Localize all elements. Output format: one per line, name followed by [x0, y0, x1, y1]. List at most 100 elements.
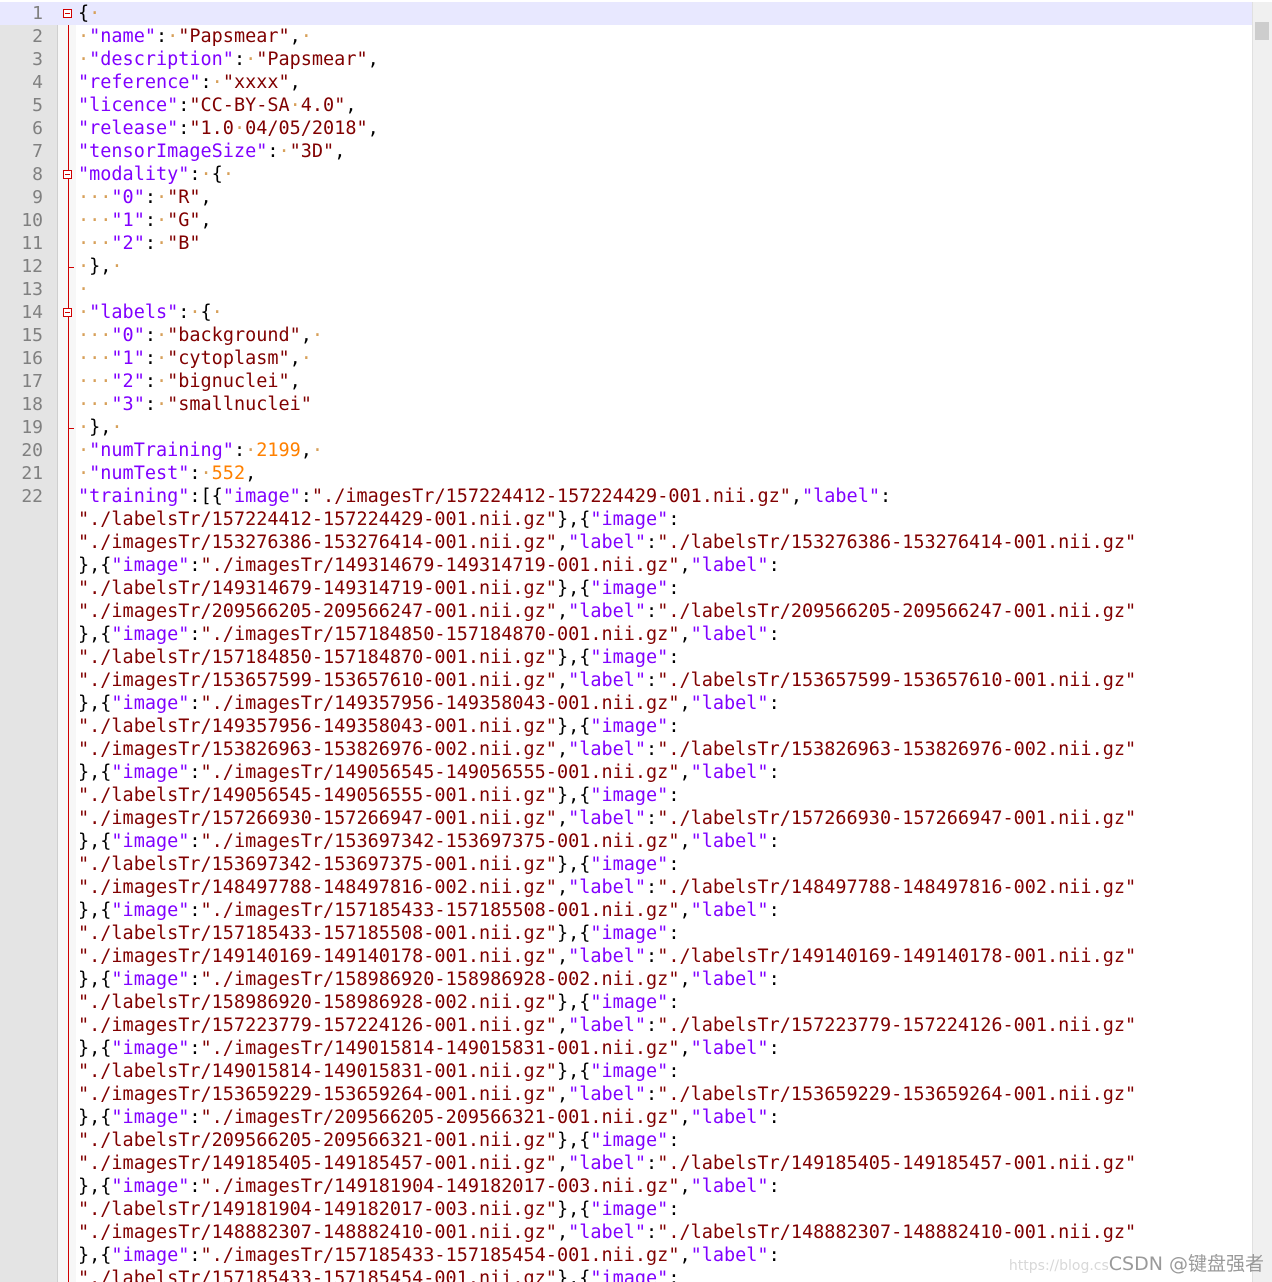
code-line[interactable]: "./imagesTr/148882307-148882410-001.nii.… — [0, 1221, 1252, 1244]
code-area[interactable]: 1 {· 2 ·"name":·"Papsmear",· 3 ·"description"… — [0, 2, 1252, 1282]
code-line[interactable]: 16 ···"1":·"cytoplasm",· — [0, 347, 1252, 370]
code-line[interactable]: "./labelsTr/149015814-149015831-001.nii.… — [0, 1060, 1252, 1083]
code-line[interactable]: "./imagesTr/149185405-149185457-001.nii.… — [0, 1152, 1252, 1175]
code-line[interactable]: "./imagesTr/148497788-148497816-002.nii.… — [0, 876, 1252, 899]
code-line[interactable]: 5 "licence":"CC-BY-SA·4.0", — [0, 94, 1252, 117]
code-line[interactable]: "./labelsTr/209566205-209566321-001.nii.… — [0, 1129, 1252, 1152]
code-line[interactable]: 19 ·},· — [0, 416, 1252, 439]
code-line[interactable]: 13 · — [0, 278, 1252, 301]
code-token: "./labelsTr/157224412-157224429-001.nii.… — [78, 509, 557, 530]
code-token: "image" — [590, 647, 669, 668]
code-line[interactable]: },{"image":"./imagesTr/149056545-1490565… — [0, 761, 1252, 784]
code-line[interactable]: 22 "training":[{"image":"./imagesTr/15722… — [0, 485, 1252, 508]
code-line[interactable]: 20 ·"numTraining":·2199,· — [0, 439, 1252, 462]
code-line[interactable]: 10 ···"1":·"G", — [0, 209, 1252, 232]
scrollbar-thumb[interactable] — [1255, 22, 1269, 40]
code-line[interactable]: "./labelsTr/149056545-149056555-001.nii.… — [0, 784, 1252, 807]
code-token: "./labelsTr/157185433-157185508-001.nii.… — [78, 923, 557, 944]
code-line[interactable]: },{"image":"./imagesTr/209566205-2095663… — [0, 1106, 1252, 1129]
line-number: 3 — [32, 49, 43, 70]
code-line[interactable]: },{"image":"./imagesTr/149015814-1490158… — [0, 1037, 1252, 1060]
code-line[interactable]: "./imagesTr/153657599-153657610-001.nii.… — [0, 669, 1252, 692]
code-token: : — [668, 854, 680, 875]
code-token: "2" — [111, 233, 145, 254]
code-token: "./imagesTr/157185433-157185454-001.nii.… — [200, 1245, 680, 1266]
code-line[interactable]: 8 "modality":·{· — [0, 163, 1252, 186]
code-line[interactable]: },{"image":"./imagesTr/149181904-1491820… — [0, 1175, 1252, 1198]
code-token: · — [245, 440, 257, 461]
code-token: : — [189, 1176, 201, 1197]
code-line[interactable]: },{"image":"./imagesTr/153697342-1536973… — [0, 830, 1252, 853]
code-line[interactable]: "./labelsTr/149357956-149358043-001.nii.… — [0, 715, 1252, 738]
line-text: },{"image":"./imagesTr/149181904-1491820… — [78, 1175, 780, 1198]
code-line[interactable]: },{"image":"./imagesTr/157185433-1571855… — [0, 899, 1252, 922]
code-token: "G" — [167, 210, 201, 231]
code-line[interactable]: 6 "release":"1.0·04/05/2018", — [0, 117, 1252, 140]
code-line[interactable]: 21 ·"numTest":·552, — [0, 462, 1252, 485]
code-line[interactable]: "./labelsTr/157224412-157224429-001.nii.… — [0, 508, 1252, 531]
code-token: : — [200, 72, 212, 93]
code-token: "cytoplasm" — [167, 348, 290, 369]
code-line[interactable]: 9 ···"0":·"R", — [0, 186, 1252, 209]
code-line[interactable]: "./imagesTr/157223779-157224126-001.nii.… — [0, 1014, 1252, 1037]
code-line[interactable]: },{"image":"./imagesTr/158986920-1589869… — [0, 968, 1252, 991]
code-line[interactable]: "./imagesTr/149140169-149140178-001.nii.… — [0, 945, 1252, 968]
code-line[interactable]: 7 "tensorImageSize":·"3D", — [0, 140, 1252, 163]
code-line[interactable]: 4 "reference":·"xxxx", — [0, 71, 1252, 94]
code-token: "image" — [590, 1130, 669, 1151]
line-number: 18 — [21, 394, 43, 415]
code-line[interactable]: "./labelsTr/158986920-158986928-002.nii.… — [0, 991, 1252, 1014]
code-line[interactable]: "./imagesTr/209566205-209566247-001.nii.… — [0, 600, 1252, 623]
code-token: , — [679, 555, 691, 576]
code-line[interactable]: "./imagesTr/153276386-153276414-001.nii.… — [0, 531, 1252, 554]
code-token: },{ — [78, 900, 112, 921]
fold-collapse-icon[interactable] — [63, 170, 72, 179]
code-token: },{ — [78, 969, 112, 990]
code-token: "image" — [590, 716, 669, 737]
code-editor[interactable]: 1 {· 2 ·"name":·"Papsmear",· 3 ·"description"… — [0, 0, 1272, 1282]
code-line[interactable]: "./imagesTr/157266930-157266947-001.nii.… — [0, 807, 1252, 830]
code-token: "./imagesTr/209566205-209566247-001.nii.… — [78, 601, 557, 622]
code-token: "description" — [89, 49, 234, 70]
code-line[interactable]: 2 ·"name":·"Papsmear",· — [0, 25, 1252, 48]
code-token: · — [278, 141, 290, 162]
line-text: ·"numTest":·552, — [78, 462, 256, 485]
line-text: "./labelsTr/149314679-149314719-001.nii.… — [78, 577, 679, 600]
code-token: · — [200, 164, 212, 185]
code-token: "./imagesTr/153276386-153276414-001.nii.… — [78, 532, 557, 553]
fold-collapse-icon[interactable] — [63, 9, 72, 18]
code-line[interactable]: 12 ·},· — [0, 255, 1252, 278]
code-token: ··· — [78, 187, 112, 208]
line-text: "./imagesTr/153659229-153659264-001.nii.… — [78, 1083, 1136, 1106]
fold-collapse-icon[interactable] — [63, 308, 72, 317]
code-line[interactable]: "./labelsTr/157184850-157184870-001.nii.… — [0, 646, 1252, 669]
code-line[interactable]: "./imagesTr/153659229-153659264-001.nii.… — [0, 1083, 1252, 1106]
code-token: : — [155, 26, 168, 47]
code-line[interactable]: 18 ···"3":·"smallnuclei" — [0, 393, 1252, 416]
code-line[interactable]: "./labelsTr/157185433-157185508-001.nii.… — [0, 922, 1252, 945]
code-token: · — [78, 256, 90, 277]
code-line[interactable]: "./labelsTr/149181904-149182017-003.nii.… — [0, 1198, 1252, 1221]
code-token: 2199 — [256, 440, 301, 461]
code-line[interactable]: 3 ·"description":·"Papsmear", — [0, 48, 1252, 71]
code-token: "./labelsTr/157266930-157266947-001.nii.… — [657, 808, 1137, 829]
code-line[interactable]: 11 ···"2":·"B" — [0, 232, 1252, 255]
code-line[interactable]: 17 ···"2":·"bignuclei", — [0, 370, 1252, 393]
line-text: ···"2":·"bignuclei", — [78, 370, 301, 393]
code-token: 04/05/2018" — [245, 118, 368, 139]
code-line[interactable]: "./labelsTr/153697342-153697375-001.nii.… — [0, 853, 1252, 876]
code-line[interactable]: 15 ···"0":·"background",· — [0, 324, 1252, 347]
code-token: "./labelsTr/209566205-209566247-001.nii.… — [657, 601, 1137, 622]
vertical-scrollbar[interactable] — [1252, 2, 1272, 1282]
code-line[interactable]: 1 {· — [0, 2, 1252, 25]
code-line[interactable]: "./labelsTr/149314679-149314719-001.nii.… — [0, 577, 1252, 600]
code-token: : — [646, 808, 658, 829]
code-line[interactable]: "./imagesTr/153826963-153826976-002.nii.… — [0, 738, 1252, 761]
code-line[interactable]: },{"image":"./imagesTr/149314679-1493147… — [0, 554, 1252, 577]
code-token: "./labelsTr/153657599-153657610-001.nii.… — [657, 670, 1137, 691]
code-line[interactable]: },{"image":"./imagesTr/149357956-1493580… — [0, 692, 1252, 715]
line-text: ···"0":·"background",· — [78, 324, 323, 347]
code-line[interactable]: 14 ·"labels":·{· — [0, 301, 1252, 324]
code-token: "image" — [111, 762, 190, 783]
code-line[interactable]: },{"image":"./imagesTr/157184850-1571848… — [0, 623, 1252, 646]
